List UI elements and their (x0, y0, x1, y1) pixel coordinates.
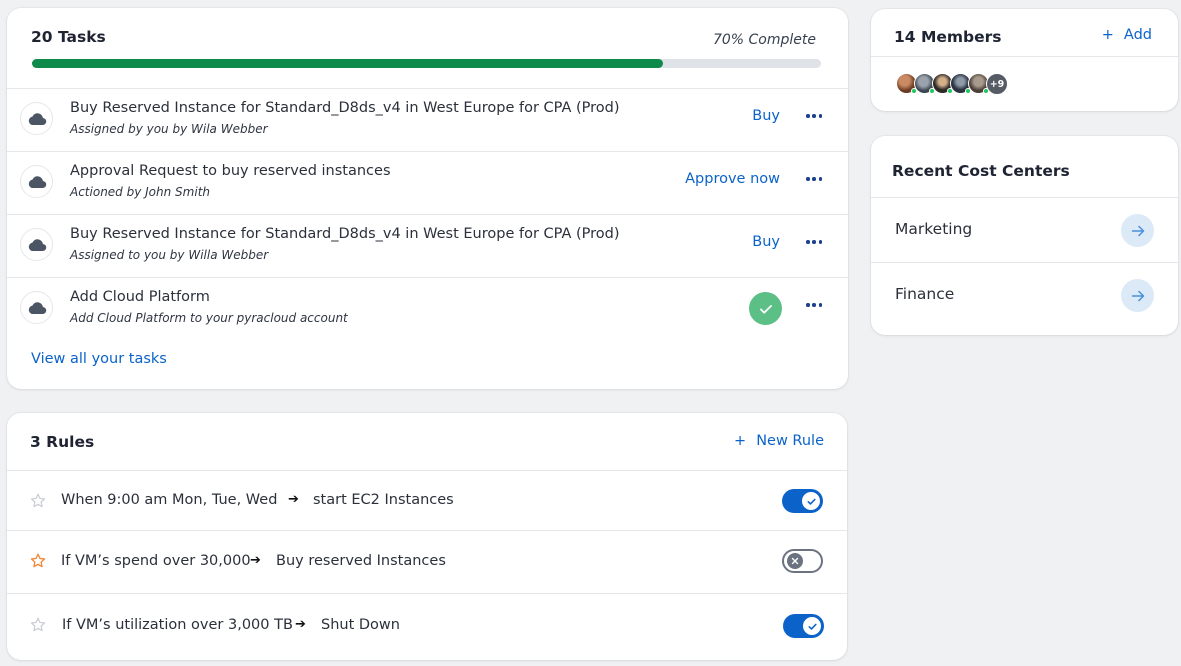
cost-center-item-marketing[interactable]: Marketing (871, 198, 1178, 263)
check-icon (802, 492, 820, 510)
task-subtitle: Assigned to you by Willa Webber (70, 248, 269, 262)
members-title: 14 Members (894, 28, 1002, 46)
plus-icon: + (734, 433, 747, 449)
rule-toggle[interactable] (782, 489, 823, 513)
rule-action: Shut Down (321, 617, 400, 633)
more-options-icon[interactable] (806, 106, 822, 126)
arrow-right-icon[interactable] (1121, 279, 1154, 312)
rule-action: start EC2 Instances (313, 492, 454, 508)
rule-row: If VM’s spend over 30,000 ➔ Buy reserved… (7, 531, 847, 594)
close-icon (787, 553, 803, 569)
cloud-icon (20, 165, 53, 198)
star-icon[interactable] (29, 552, 47, 570)
cloud-icon (20, 291, 53, 324)
tasks-progress-fill (32, 59, 664, 68)
more-members-badge[interactable]: +9 (986, 73, 1008, 95)
new-rule-button[interactable]: + New Rule (734, 433, 824, 449)
task-title: Add Cloud Platform (70, 289, 210, 305)
task-subtitle: Add Cloud Platform to your pyracloud acc… (70, 311, 348, 325)
tasks-title: 20 Tasks (31, 28, 106, 46)
task-row: Buy Reserved Instance for Standard_D8ds_… (7, 215, 848, 278)
arrow-right-icon: ➔ (288, 492, 299, 507)
check-icon (803, 617, 821, 635)
task-subtitle: Assigned by you by Wila Webber (70, 122, 268, 136)
arrow-right-icon: ➔ (295, 617, 306, 632)
arrow-right-icon[interactable] (1121, 214, 1154, 247)
tasks-header: 20 Tasks 70% Complete (7, 8, 848, 89)
task-row: Buy Reserved Instance for Standard_D8ds_… (7, 89, 848, 152)
task-subtitle: Actioned by John Smith (70, 185, 210, 199)
approve-now-button[interactable]: Approve now (685, 171, 780, 187)
rules-card: 3 Rules + New Rule When 9:00 am Mon, Tue,… (7, 413, 847, 660)
star-icon[interactable] (29, 616, 47, 634)
rules-title: 3 Rules (30, 433, 95, 451)
cost-centers-title: Recent Cost Centers (892, 162, 1070, 180)
rule-condition: If VM’s utilization over 3,000 TB (62, 617, 293, 633)
check-icon (749, 292, 782, 325)
cost-centers-header: Recent Cost Centers (871, 136, 1178, 198)
cost-center-item-finance[interactable]: Finance (871, 263, 1178, 328)
add-member-label: Add (1123, 27, 1152, 43)
task-row: Approval Request to buy reserved instanc… (7, 152, 848, 215)
task-title: Approval Request to buy reserved instanc… (70, 163, 391, 179)
members-card: 14 Members + Add +9 (871, 9, 1178, 111)
rules-header: 3 Rules + New Rule (7, 413, 847, 471)
cost-center-label: Finance (895, 285, 955, 303)
new-rule-label: New Rule (756, 433, 824, 449)
tasks-complete-label: 70% Complete (712, 32, 816, 48)
add-member-button[interactable]: + Add (1102, 27, 1152, 43)
buy-button[interactable]: Buy (752, 108, 780, 124)
buy-button[interactable]: Buy (752, 234, 780, 250)
cloud-icon (20, 102, 53, 135)
rule-condition: When 9:00 am Mon, Tue, Wed (61, 492, 278, 508)
members-header: 14 Members + Add (871, 9, 1178, 57)
rule-action: Buy reserved Instances (276, 553, 446, 569)
rule-row: If VM’s utilization over 3,000 TB ➔ Shut… (7, 594, 847, 660)
rule-toggle[interactable] (783, 614, 824, 638)
more-options-icon[interactable] (806, 232, 822, 252)
cost-centers-card: Recent Cost Centers Marketing Finance (871, 136, 1178, 335)
arrow-right-icon: ➔ (250, 553, 261, 568)
cost-center-label: Marketing (895, 220, 973, 238)
task-row: Add Cloud Platform Add Cloud Platform to… (7, 278, 848, 341)
rule-toggle[interactable] (782, 549, 823, 573)
more-options-icon[interactable] (806, 295, 822, 315)
plus-icon: + (1101, 27, 1114, 43)
tasks-progress-bar (32, 59, 821, 68)
cloud-icon (20, 228, 53, 261)
more-options-icon[interactable] (806, 169, 822, 189)
view-all-tasks-link[interactable]: View all your tasks (31, 351, 167, 367)
star-icon[interactable] (29, 492, 47, 510)
task-title: Buy Reserved Instance for Standard_D8ds_… (70, 226, 620, 242)
rule-row: When 9:00 am Mon, Tue, Wed ➔ start EC2 I… (7, 471, 847, 531)
rule-condition: If VM’s spend over 30,000 (61, 553, 251, 569)
tasks-card: 20 Tasks 70% Complete Buy Reserved Insta… (7, 8, 848, 389)
task-title: Buy Reserved Instance for Standard_D8ds_… (70, 100, 620, 116)
